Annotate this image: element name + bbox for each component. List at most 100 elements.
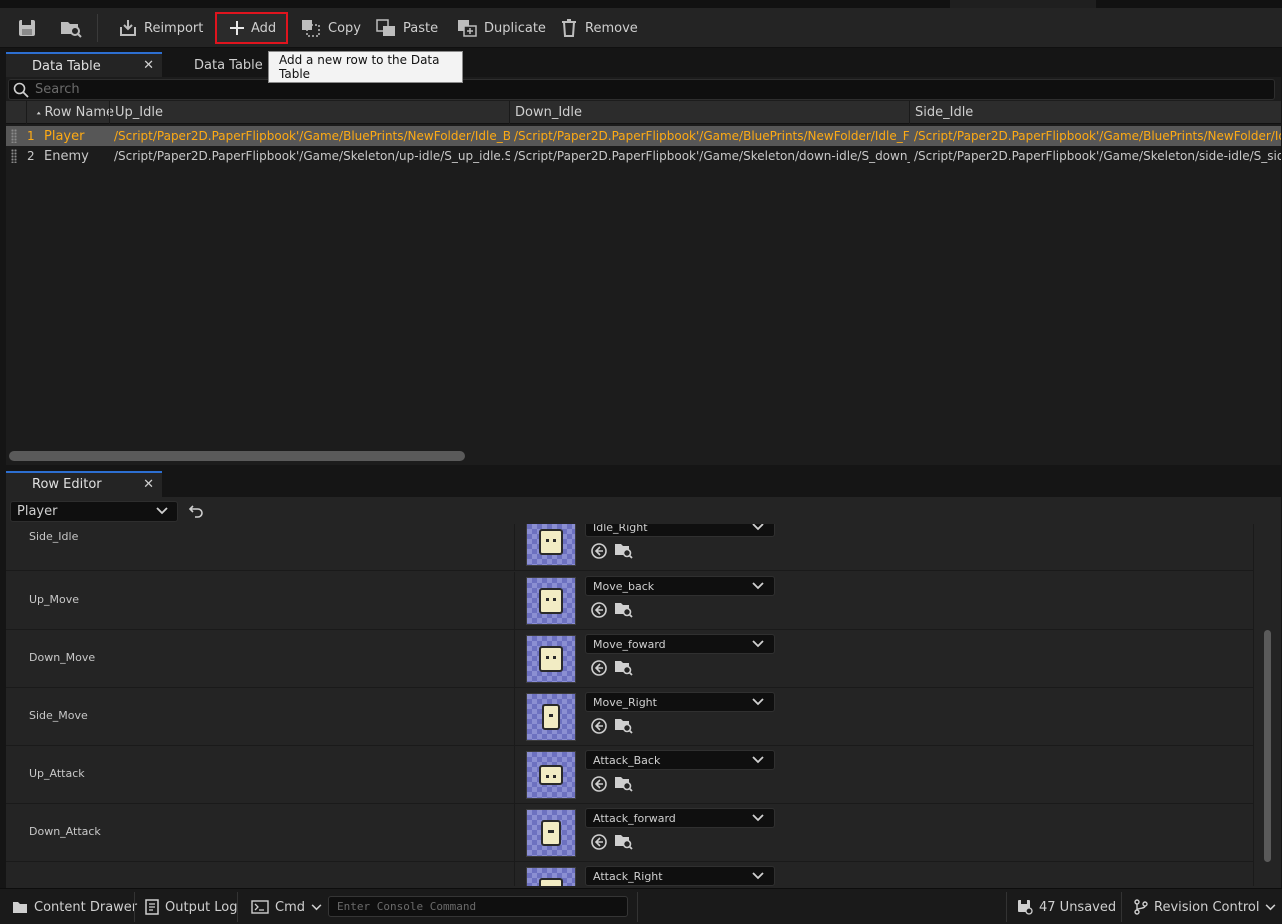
reimport-button[interactable]: Reimport [110,12,211,44]
chevron-down-icon [311,903,322,910]
chevron-down-icon [752,698,764,706]
chevron-down-icon [752,582,764,590]
browse-folder-icon[interactable] [614,600,634,618]
chevron-down-icon [752,872,764,880]
trash-icon [562,19,576,37]
row-editor-properties: Side_Idle Idle_Right Up_Move Move_back D… [6,524,1281,886]
add-label: Add [251,20,277,36]
browse-folder-icon[interactable] [614,774,634,792]
table-row[interactable]: 1 Player /Script/Paper2D.PaperFlipbook'/… [6,126,1281,146]
unsaved-icon [1018,900,1033,915]
terminal-icon [251,900,269,914]
add-tooltip: Add a new row to the Data Table [268,51,463,83]
horizontal-scrollbar-thumb[interactable] [9,451,465,461]
drag-handle-icon[interactable] [11,129,17,143]
use-selected-icon[interactable] [590,659,608,677]
remove-button[interactable]: Remove [551,12,646,44]
paste-icon [376,19,395,36]
search-placeholder: Search [35,82,80,97]
asset-picker[interactable]: Idle_Right [585,524,775,537]
chevron-down-icon [752,756,764,764]
asset-picker[interactable]: Move_back [585,576,775,596]
asset-picker[interactable]: Attack_forward [585,808,775,828]
copy-label: Copy [328,20,361,36]
flipbook-thumbnail[interactable] [526,577,576,625]
column-header-side-idle[interactable]: Side_Idle [909,101,1281,124]
browse-folder-icon[interactable] [614,658,634,676]
browse-folder-icon [61,22,82,38]
flipbook-thumbnail[interactable] [526,809,576,857]
asset-picker[interactable]: Move_Right [585,692,775,712]
copy-button[interactable]: Copy [292,12,369,44]
duplicate-button[interactable]: Duplicate [448,12,554,44]
cmd-dropdown[interactable]: Cmd [251,889,322,924]
use-selected-icon[interactable] [590,775,608,793]
tab-data-table[interactable]: Data Table ✕ [6,52,162,78]
plus-icon [230,21,244,35]
chevron-down-icon [752,524,764,531]
vertical-scrollbar-thumb[interactable] [1264,630,1271,862]
use-selected-icon[interactable] [590,542,608,560]
sort-ascending-icon [36,111,41,114]
row-index: 2 [27,149,35,163]
browse-folder-icon[interactable] [614,541,634,559]
property-label: Down_Attack [29,825,101,838]
asset-picker[interactable]: Attack_Back [585,750,775,770]
search-input[interactable]: Search [8,79,1275,100]
column-header-row-name[interactable]: Row Name [26,101,114,124]
document-tabs: Data Table ✕ Data Table D [0,49,1282,78]
reset-icon[interactable] [188,504,204,518]
use-selected-icon[interactable] [590,601,608,619]
cell-side-idle: /Script/Paper2D.PaperFlipbook'/Game/Blue… [914,129,1281,143]
column-header-down-idle[interactable]: Down_Idle [509,101,909,124]
close-icon[interactable]: ✕ [143,58,154,73]
chevron-down-icon [156,507,168,515]
asset-picker[interactable]: Attack_Right [585,866,775,886]
output-log-button[interactable]: Output Log [145,889,238,924]
flipbook-thumbnail[interactable] [526,751,576,799]
property-row: Side_Idle Idle_Right [6,524,1271,571]
tab-row-editor[interactable]: Row Editor ✕ [6,471,162,497]
cell-side-idle: /Script/Paper2D.PaperFlipbook'/Game/Skel… [914,149,1281,163]
use-selected-icon[interactable] [590,833,608,851]
flipbook-thumbnail[interactable] [526,693,576,741]
content-drawer-button[interactable]: Content Drawer [12,889,137,924]
close-icon[interactable]: ✕ [143,477,154,492]
cell-down-idle: /Script/Paper2D.PaperFlipbook'/Game/Skel… [514,149,910,163]
tab-data-table-details[interactable]: Data Table D [168,52,278,78]
chevron-down-icon [752,814,764,822]
asset-picker[interactable]: Move_foward [585,634,775,654]
status-bar: Content Drawer Output Log Cmd 47 Unsaved… [0,888,1282,924]
duplicate-icon [458,20,477,37]
browse-folder-icon[interactable] [614,832,634,850]
table-row[interactable]: 2 Enemy /Script/Paper2D.PaperFlipbook'/G… [6,146,1281,166]
use-selected-icon[interactable] [590,717,608,735]
property-label: Up_Move [29,593,80,606]
flipbook-thumbnail[interactable] [526,635,576,683]
tab-label: Row Editor [32,477,102,492]
copy-icon [302,20,320,37]
flipbook-thumbnail[interactable] [526,524,576,566]
drag-handle-icon[interactable] [11,149,17,163]
search-icon [13,82,29,98]
browse-button[interactable] [51,12,91,44]
flipbook-thumbnail[interactable] [526,867,576,886]
duplicate-label: Duplicate [484,20,546,36]
console-command-input[interactable]: Enter Console Command [328,896,628,917]
save-icon [19,20,35,36]
paste-button[interactable]: Paste [367,12,446,44]
add-row-button[interactable]: Add [215,12,289,44]
row-selector-dropdown[interactable]: Player [10,501,178,522]
unsaved-button[interactable]: 47 Unsaved [1017,889,1116,924]
tab-label: Data Table D [194,57,277,73]
save-button[interactable] [9,12,45,44]
column-header-up-idle[interactable]: Up_Idle [109,101,509,124]
property-label: Side_Idle [29,530,79,543]
branch-icon [1134,899,1148,915]
row-name: Enemy [44,148,89,164]
revision-control-button[interactable]: Revision Control [1134,889,1276,924]
chevron-down-icon [752,640,764,648]
content-drawer-icon [13,902,27,913]
browse-folder-icon[interactable] [614,716,634,734]
reimport-icon [120,20,136,36]
